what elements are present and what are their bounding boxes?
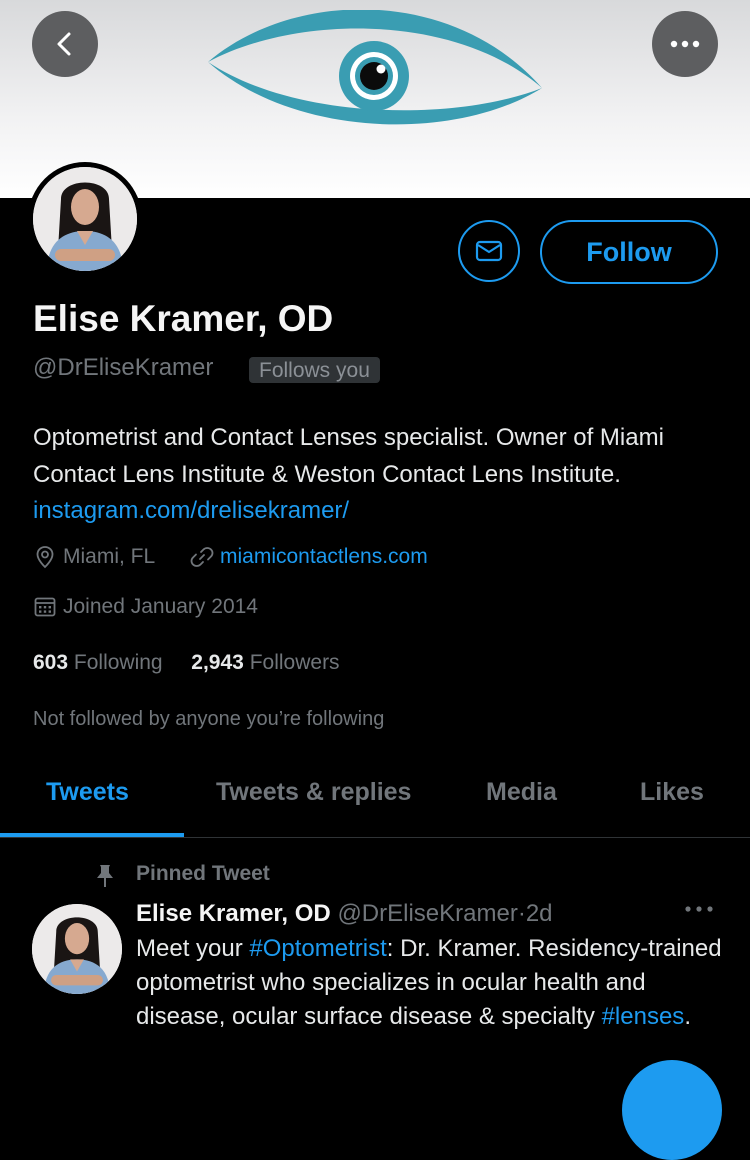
followers-count: 2,943: [191, 651, 244, 674]
calendar-icon: [34, 597, 56, 617]
link-icon: [190, 547, 214, 567]
hashtag-optometrist[interactable]: #Optometrist: [249, 935, 386, 962]
profile-stats: 603 Following 2,943 Followers: [33, 651, 340, 675]
tweet-time: 2d: [525, 900, 553, 927]
more-icon: [670, 40, 700, 48]
avatar-photo: [33, 167, 137, 271]
tweet-more-icon[interactable]: [684, 904, 714, 914]
website-link[interactable]: miamicontactlens.com: [220, 545, 428, 569]
following-stat[interactable]: 603 Following: [33, 651, 163, 674]
compose-tweet-button[interactable]: [622, 1060, 722, 1160]
tweet-text: Meet your #Optometrist: Dr. Kramer. Resi…: [136, 932, 726, 1034]
profile-name: Elise Kramer, OD: [33, 298, 334, 339]
followers-label: Followers: [249, 651, 340, 674]
tab-tweets[interactable]: Tweets: [46, 778, 129, 807]
avatar-photo: [32, 904, 122, 994]
pin-icon: [97, 865, 113, 887]
back-arrow-icon: [57, 32, 71, 56]
profile-handle: @DrEliseKramer: [33, 354, 214, 381]
bio-text: Optometrist and Contact Lenses specialis…: [33, 424, 664, 488]
tweet-separator: ·: [517, 900, 526, 927]
location: Miami, FL: [33, 545, 155, 569]
tweet-author-name[interactable]: Elise Kramer, OD: [136, 900, 331, 927]
hashtag-lenses[interactable]: #lenses: [602, 1003, 685, 1030]
eye-logo: [208, 10, 542, 125]
message-button[interactable]: [458, 220, 520, 282]
tweet-author-handle: @DrEliseKramer: [337, 900, 518, 927]
tweet-text-part: Meet your: [136, 935, 250, 962]
envelope-icon: [475, 240, 503, 262]
joined-date: Joined January 2014: [33, 595, 258, 619]
location-pin-icon: [36, 546, 54, 569]
tab-likes[interactable]: Likes: [640, 778, 704, 807]
tweet-text-part: .: [684, 1003, 691, 1030]
follows-you-badge: Follows you: [249, 357, 380, 383]
more-options-button[interactable]: [652, 11, 718, 77]
tab-media[interactable]: Media: [486, 778, 557, 807]
joined-text: Joined January 2014: [63, 595, 258, 618]
profile-avatar[interactable]: [28, 162, 142, 276]
followers-stat[interactable]: 2,943 Followers: [191, 651, 339, 674]
tweet-header: Elise Kramer, OD @DrEliseKramer·2d: [136, 900, 553, 928]
follow-button[interactable]: Follow: [540, 220, 718, 284]
bio-link[interactable]: instagram.com/drelisekramer/: [33, 497, 349, 524]
tweet-avatar[interactable]: [32, 904, 122, 994]
tab-tweets-replies[interactable]: Tweets & replies: [216, 778, 411, 807]
back-button[interactable]: [32, 11, 98, 77]
profile-bio: Optometrist and Contact Lenses specialis…: [33, 420, 723, 530]
website[interactable]: miamicontactlens.com: [190, 545, 428, 569]
not-followed-note: Not followed by anyone you’re following: [33, 708, 385, 730]
location-text: Miami, FL: [63, 545, 156, 568]
tab-divider: [0, 837, 750, 838]
following-label: Following: [73, 651, 163, 674]
pinned-label: Pinned Tweet: [136, 862, 270, 885]
following-count: 603: [33, 651, 69, 674]
